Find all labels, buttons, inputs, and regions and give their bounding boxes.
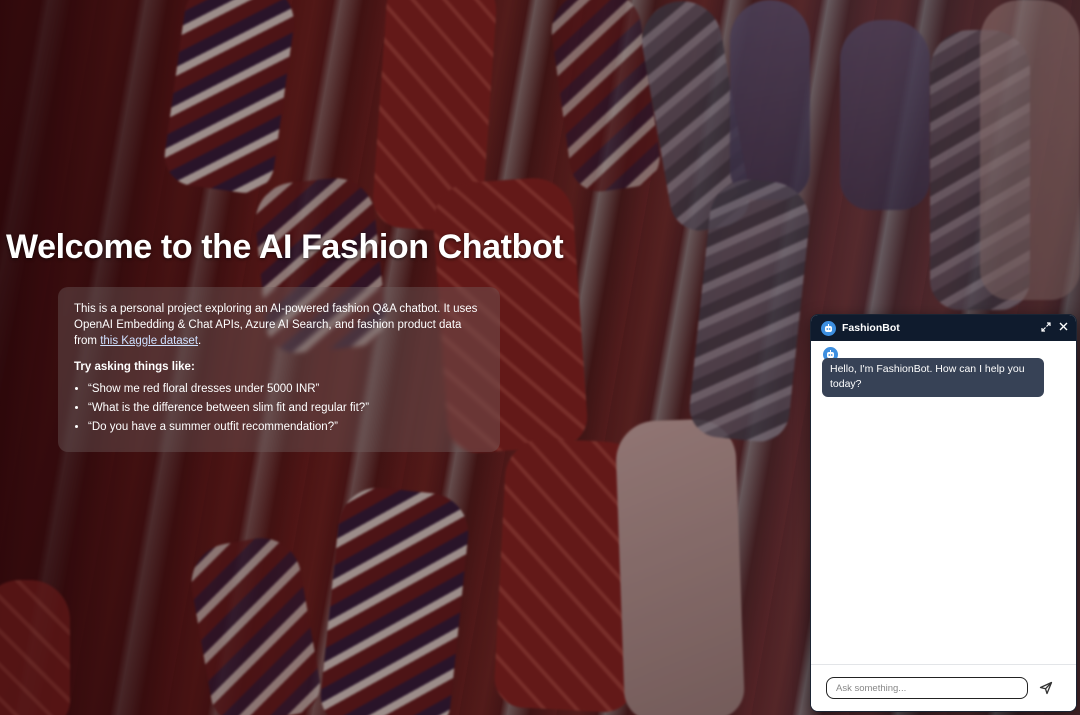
example-item: “Do you have a summer outfit recommendat… — [88, 419, 484, 435]
page-title: Welcome to the AI Fashion Chatbot — [6, 228, 564, 266]
intro-link-suffix: . — [198, 335, 202, 347]
expand-icon[interactable] — [1041, 321, 1051, 335]
intro-description: This is a personal project exploring an … — [74, 301, 484, 349]
chat-bot-name: FashionBot — [842, 322, 900, 334]
try-heading: Try asking things like: — [74, 361, 195, 373]
chat-widget: FashionBot Hello, I'm FashionBot. How ca… — [810, 314, 1077, 712]
example-list: “Show me red floral dresses under 5000 I… — [74, 381, 484, 435]
bot-avatar-icon — [821, 320, 836, 336]
chat-input[interactable] — [826, 677, 1028, 699]
bot-message-bubble: Hello, I'm FashionBot. How can I help yo… — [822, 358, 1044, 397]
chat-input-bar — [811, 664, 1076, 711]
message-list: Hello, I'm FashionBot. How can I help yo… — [811, 341, 1076, 663]
example-item: “Show me red floral dresses under 5000 I… — [88, 381, 484, 397]
chat-header: FashionBot — [811, 315, 1076, 341]
send-icon[interactable] — [1039, 681, 1053, 695]
kaggle-dataset-link[interactable]: this Kaggle dataset — [100, 335, 198, 347]
intro-panel: This is a personal project exploring an … — [58, 287, 500, 452]
close-icon[interactable] — [1059, 322, 1068, 334]
example-item: “What is the difference between slim fit… — [88, 400, 484, 416]
